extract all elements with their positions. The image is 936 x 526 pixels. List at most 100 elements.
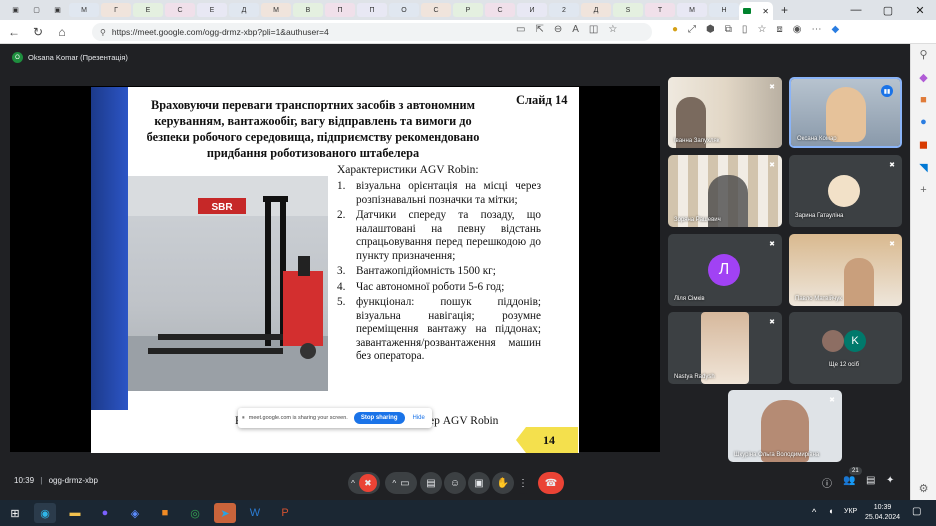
reload-icon[interactable]: ↻	[28, 22, 48, 42]
split-screen-icon[interactable]: ◫	[589, 24, 598, 35]
office-icon[interactable]: ◼	[919, 138, 928, 151]
add-icon[interactable]: +	[920, 184, 926, 196]
sidebar-settings-icon[interactable]: ⚙	[919, 482, 929, 495]
file-explorer-icon[interactable]: ▬	[64, 503, 86, 523]
tray-chevron-icon[interactable]: ^	[812, 507, 816, 517]
chat-icon[interactable]: ▤	[866, 475, 875, 486]
browser-tab[interactable]: Д	[581, 3, 611, 17]
info-icon[interactable]: ⓘ	[822, 475, 832, 490]
present-button[interactable]: ▣	[468, 472, 490, 494]
read-aloud-icon[interactable]: A	[572, 24, 579, 35]
more-options-button[interactable]: ⋮	[516, 472, 530, 494]
minimize-icon[interactable]: —	[840, 0, 872, 20]
browser-tab[interactable]: Е	[197, 3, 227, 17]
shield-icon[interactable]: ⬢	[706, 24, 715, 35]
browser-tab[interactable]: П	[357, 3, 387, 17]
participant-tile-more[interactable]: K Ще 12 осіб	[789, 312, 902, 384]
zoom-icon[interactable]: ⊖	[554, 24, 562, 35]
games-icon[interactable]: ●	[920, 116, 927, 128]
participant-tile[interactable]: ▮▮ Оксана Комар	[789, 77, 902, 148]
open-in-app-icon[interactable]: ⇱	[535, 24, 543, 35]
app-icon[interactable]: ■	[154, 503, 176, 523]
shopping-icon[interactable]: ◆	[919, 71, 927, 84]
presenter-name: Oksana Komar (Презентація)	[28, 53, 128, 62]
participant-tile[interactable]: ✖ Зоряна Рашевич	[668, 155, 782, 227]
browser-tab[interactable]: С	[485, 3, 515, 17]
telegram-icon[interactable]: ➤	[214, 503, 236, 523]
browser-tab[interactable]: Р	[453, 3, 483, 17]
back-icon[interactable]: ←	[4, 22, 24, 42]
tab-active-meet[interactable]: ✕	[739, 2, 773, 20]
taskbar-clock[interactable]: 10:39 25.04.2024	[865, 503, 900, 523]
search-icon[interactable]: ⚲	[919, 48, 927, 61]
browser-tab[interactable]: Т	[645, 3, 675, 17]
browser-tab[interactable]: S	[613, 3, 643, 17]
browser-tab[interactable]: О	[389, 3, 419, 17]
browser-tab[interactable]: С	[165, 3, 195, 17]
teams-icon[interactable]: ◈	[124, 503, 146, 523]
browser-tab[interactable]: М	[261, 3, 291, 17]
chevron-up-icon[interactable]: ^	[392, 479, 396, 488]
collections-icon[interactable]: ⧈	[776, 24, 782, 35]
chevron-up-icon[interactable]: ^	[351, 479, 355, 488]
avatar: Л	[708, 254, 740, 286]
tab-icon[interactable]: ▢	[27, 3, 46, 17]
new-tab-button[interactable]: +	[781, 3, 788, 17]
home-icon[interactable]: ⌂	[52, 22, 72, 42]
leave-call-button[interactable]: ☎	[538, 472, 564, 494]
maximize-icon[interactable]: ▢	[872, 0, 904, 20]
favorites-icon[interactable]: ☆	[757, 24, 766, 35]
participant-tile-self[interactable]: ✖ Шкуріна Ольга Володимирівна	[728, 390, 842, 462]
browser-tab[interactable]: Д	[229, 3, 259, 17]
browser-tab[interactable]: П	[325, 3, 355, 17]
browser-tab[interactable]: Н	[709, 3, 739, 17]
extension-icon[interactable]: ⤢	[688, 24, 696, 35]
close-window-icon[interactable]: ✕	[904, 0, 936, 20]
app-icon[interactable]: ●	[94, 503, 116, 523]
tools-icon[interactable]: ■	[920, 94, 927, 106]
browser-tab[interactable]: С	[421, 3, 451, 17]
camera-icon[interactable]: ▭	[516, 24, 525, 35]
mic-button[interactable]: ^ ✖	[348, 472, 380, 494]
hide-button[interactable]: Hide	[413, 415, 425, 421]
participant-tile[interactable]: Л ✖ Ліля Сімків	[668, 234, 782, 306]
outlook-icon[interactable]: ◥	[919, 161, 927, 174]
camera-button[interactable]: ^ ▭	[385, 472, 417, 494]
browser-tab[interactable]: И	[517, 3, 547, 17]
notifications-icon[interactable]: ▢	[912, 506, 921, 517]
emoji-button[interactable]: ☺	[444, 472, 466, 494]
split-icon[interactable]: ▯	[742, 24, 748, 35]
tab-icon[interactable]: ▣	[6, 3, 25, 17]
people-icon[interactable]: 👥	[843, 475, 855, 486]
powerpoint-icon[interactable]: P	[274, 503, 296, 523]
edge-icon[interactable]: ◉	[34, 503, 56, 523]
site-info-icon[interactable]: ⚲	[100, 28, 106, 37]
stop-sharing-button[interactable]: Stop sharing	[353, 412, 405, 424]
extensions-icon[interactable]: ⧉	[725, 24, 732, 35]
tab-close-icon[interactable]: ✕	[762, 7, 769, 16]
browser-tab[interactable]: М	[69, 3, 99, 17]
profile-icon[interactable]: ◉	[793, 24, 802, 35]
language-indicator[interactable]: УКР	[844, 508, 857, 515]
browser-tab[interactable]: В	[293, 3, 323, 17]
participant-tile[interactable]: ✖ Іванна Запухляк	[668, 77, 782, 148]
copilot-icon[interactable]: ◆	[832, 24, 840, 35]
word-icon[interactable]: W	[244, 503, 266, 523]
extension-icon[interactable]: ●	[672, 24, 678, 35]
activities-icon[interactable]: ✦	[886, 475, 894, 486]
menu-icon[interactable]: ⋯	[812, 24, 822, 35]
browser-tab[interactable]: 2	[549, 3, 579, 17]
browser-tab[interactable]: Е	[133, 3, 163, 17]
favorite-icon[interactable]: ☆	[608, 24, 617, 35]
participant-tile[interactable]: ✖ Павло Матвійчук	[789, 234, 902, 306]
volume-icon[interactable]: ◖	[828, 506, 833, 516]
start-icon[interactable]: ⊞	[4, 503, 26, 523]
tab-icon[interactable]: ▣	[48, 3, 67, 17]
browser-tab[interactable]: Г	[101, 3, 131, 17]
participant-tile[interactable]: ✖ Nastya Radysh	[668, 312, 782, 384]
participant-tile[interactable]: ✖ Зарина Гатауліна	[789, 155, 902, 227]
captions-button[interactable]: ▤	[420, 472, 442, 494]
raise-hand-button[interactable]: ✋	[492, 472, 514, 494]
chrome-icon[interactable]: ◎	[184, 503, 206, 523]
browser-tab[interactable]: М	[677, 3, 707, 17]
